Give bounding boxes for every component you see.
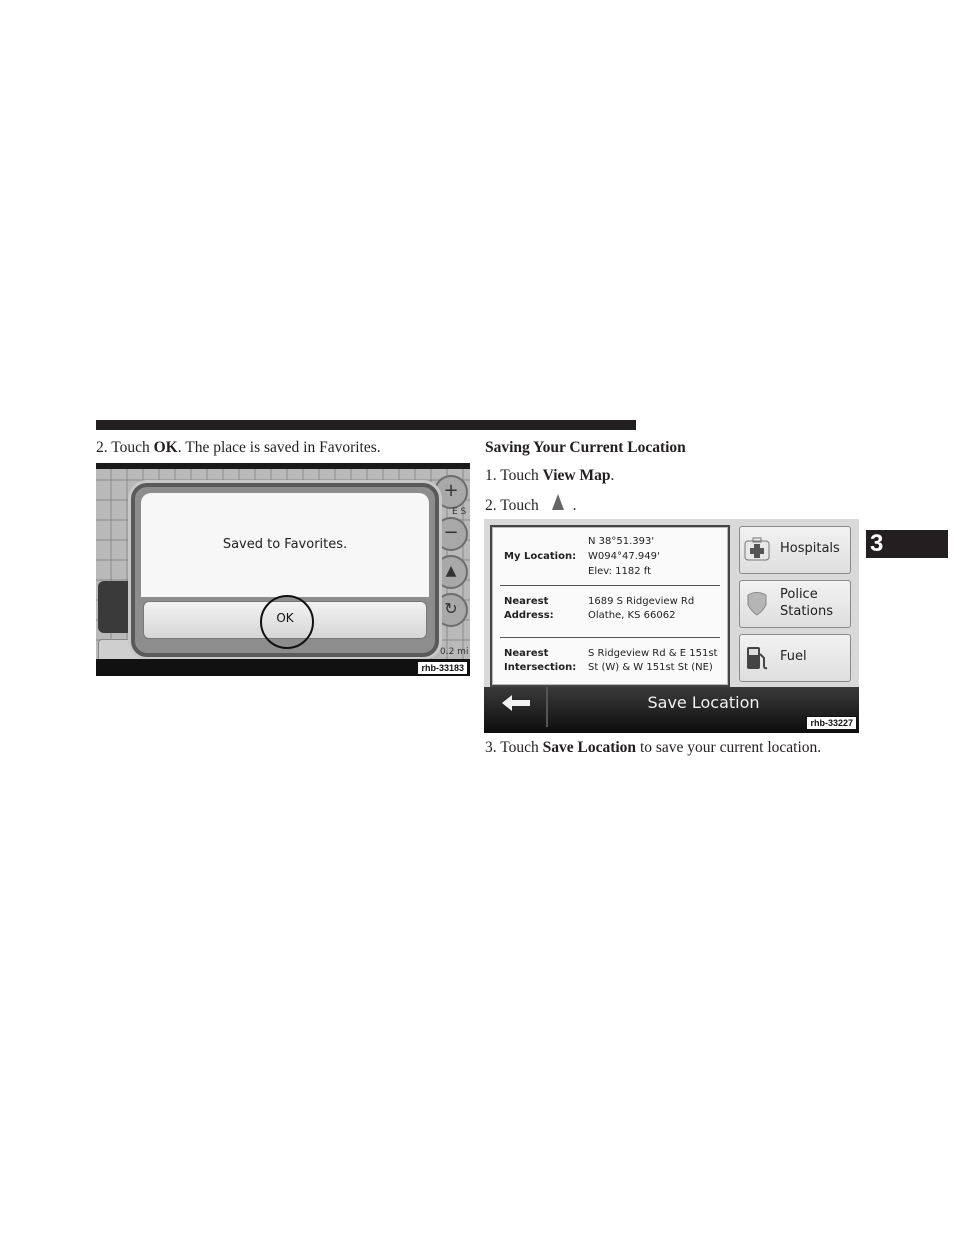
- info-label: Intersection:: [504, 662, 577, 673]
- info-value: St (W) & W 151st St (NE): [588, 662, 713, 673]
- row-divider: [500, 585, 720, 586]
- step-bold-term: Save Location: [542, 739, 637, 756]
- row-divider: [500, 637, 720, 638]
- fuel-button[interactable]: Fuel: [739, 634, 851, 682]
- figure-ref-tag: rhb-33183: [417, 661, 468, 675]
- info-label: Nearest: [504, 596, 549, 607]
- step-text: Touch: [111, 439, 150, 456]
- step-text: .: [572, 497, 577, 514]
- back-arrow-icon: [502, 695, 530, 711]
- save-location-button[interactable]: Save Location: [548, 693, 859, 712]
- hospital-icon: [744, 537, 770, 561]
- step-text: Touch: [500, 497, 539, 514]
- right-step-1: 1. Touch View Map.: [485, 466, 614, 486]
- right-step-2: 2. Touch .: [485, 494, 577, 516]
- saved-to-favorites-screenshot: + E S − ▲ ↻ Rd 0.2 mi Saved to Favorites…: [96, 463, 470, 676]
- step-text: Touch: [500, 739, 539, 756]
- police-label-line1: Police: [780, 587, 818, 602]
- dialog-body: Saved to Favorites.: [141, 493, 429, 597]
- police-stations-button[interactable]: Police Stations: [739, 580, 851, 628]
- my-location-row: My Location: N 38°51.393' W094°47.949' E…: [500, 533, 720, 581]
- nearest-address-row: Nearest Address: 1689 S Ridgeview Rd Ola…: [500, 593, 720, 633]
- step-number: 2.: [96, 439, 108, 456]
- police-label-line2: Stations: [780, 604, 833, 619]
- info-value: Olathe, KS 66062: [588, 610, 676, 621]
- section-tab: 3: [866, 530, 948, 558]
- section-tab-number: 3: [870, 530, 884, 557]
- step-number: 2.: [485, 497, 497, 514]
- bottom-toolbar: Save Location rhb-33227: [484, 687, 859, 733]
- ok-button-label: OK: [276, 611, 294, 625]
- info-label: Address:: [504, 610, 554, 621]
- left-step-2: 2. Touch OK. The place is saved in Favor…: [96, 438, 381, 458]
- hospitals-label: Hospitals: [780, 541, 840, 556]
- figure-ref-tag: rhb-33227: [806, 716, 857, 730]
- ok-button[interactable]: OK: [143, 595, 427, 649]
- step-bold-term: OK: [153, 439, 178, 456]
- step-text: to save your current location.: [636, 739, 822, 756]
- step-bold-term: View Map: [542, 467, 611, 484]
- screenshot-bottom-bar: rhb-33183: [96, 659, 470, 676]
- road-icon[interactable]: ▲: [434, 555, 468, 589]
- step-text: .: [610, 467, 615, 484]
- scale-label: 0.2 mi: [440, 647, 469, 657]
- info-label: My Location:: [504, 551, 577, 562]
- dialog-message: Saved to Favorites.: [222, 537, 348, 552]
- reroute-icon[interactable]: ↻: [434, 593, 468, 627]
- nearest-intersection-row: Nearest Intersection: S Ridgeview Rd & E…: [500, 645, 720, 685]
- right-step-3: 3. Touch Save Location to save your curr…: [485, 738, 821, 758]
- zoom-in-icon[interactable]: +: [434, 475, 468, 509]
- step-number: 3.: [485, 739, 497, 756]
- info-value: 1689 S Ridgeview Rd: [588, 596, 695, 607]
- location-info-panel: My Location: N 38°51.393' W094°47.949' E…: [490, 525, 730, 687]
- hospitals-button[interactable]: Hospitals: [739, 526, 851, 574]
- step-text: Touch: [500, 467, 539, 484]
- police-badge-icon: [747, 592, 767, 616]
- section-heading: Saving Your Current Location: [485, 439, 686, 456]
- info-value: S Ridgeview Rd & E 151st: [588, 648, 718, 659]
- back-button[interactable]: [484, 687, 548, 727]
- fuel-pump-icon: [747, 647, 768, 670]
- map-side-button[interactable]: [98, 581, 134, 633]
- step-text: . The place is saved in Favorites.: [177, 439, 381, 456]
- info-value: N 38°51.393': [588, 536, 655, 547]
- zoom-out-icon[interactable]: −: [434, 517, 468, 551]
- info-label: Nearest: [504, 648, 549, 659]
- info-value: Elev: 1182 ft: [588, 566, 652, 577]
- step-number: 1.: [485, 467, 497, 484]
- section-rule: [96, 420, 636, 430]
- favorites-dialog: Saved to Favorites. OK: [131, 483, 439, 657]
- info-value: W094°47.949': [588, 551, 660, 562]
- vehicle-arrow-icon: [543, 494, 573, 516]
- compass-label: E S: [452, 507, 467, 517]
- save-location-screenshot: My Location: N 38°51.393' W094°47.949' E…: [484, 519, 859, 733]
- fuel-label: Fuel: [780, 649, 807, 664]
